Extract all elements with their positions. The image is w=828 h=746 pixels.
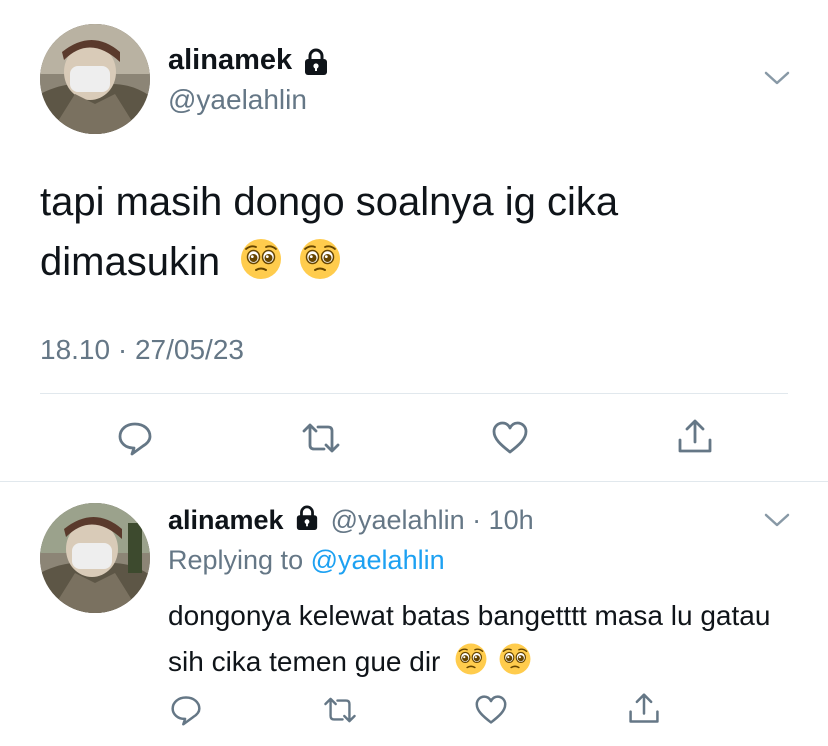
replying-to-link[interactable]: @yaelahlin [311,545,445,575]
like-button[interactable] [491,420,529,456]
retweet-button[interactable] [300,420,342,456]
lock-icon [295,505,319,538]
heart-icon [492,421,528,454]
comment-icon [118,422,152,456]
reply-author-row: alinamek @yaelahlin · 10h [168,505,534,538]
pleading-face-icon [298,237,342,298]
section-divider [0,481,828,482]
avatar[interactable] [40,24,150,134]
reply-display-name[interactable]: alinamek [168,505,284,535]
reply-separator: · [472,505,482,535]
reply-age[interactable]: 10h [489,505,534,535]
reply-retweet-button[interactable] [322,694,358,726]
replying-to-line: Replying to @yaelahlin [168,545,445,576]
lock-icon [303,48,329,81]
tweet-time: 18.10 [40,334,111,365]
share-icon [678,419,712,453]
pleading-face-icon [498,642,532,690]
share-icon [629,693,659,723]
reply-text: dongonya kelewat batas bangetttt masa lu… [168,593,788,690]
avatar-image [40,503,150,613]
timestamp-separator: · [117,334,128,365]
author-row: alinamek [168,44,329,78]
reply-handle[interactable]: @yaelahlin [331,505,465,535]
avatar-image [40,24,150,134]
reply-avatar[interactable] [40,503,150,613]
replying-prefix: Replying to [168,545,304,575]
handle[interactable]: @yaelahlin [168,84,307,116]
heart-icon [475,695,507,724]
tweet-text: tapi masih dongo soalnya ig cika dimasuk… [40,172,740,298]
display-name[interactable]: alinamek [168,44,292,76]
reply-reply-button[interactable] [170,694,202,726]
reply-button[interactable] [117,420,153,456]
timestamp[interactable]: 18.10 · 27/05/23 [40,334,244,366]
pleading-face-icon [239,237,283,298]
tweet-date: 27/05/23 [134,334,244,365]
chevron-down-icon[interactable] [763,510,791,535]
reply-like-button[interactable] [474,694,508,726]
comment-icon [171,696,201,726]
chevron-down-icon[interactable] [763,68,791,93]
share-button[interactable] [676,418,714,456]
retweet-icon [324,697,356,723]
retweet-icon [302,423,340,453]
pleading-face-icon [454,642,488,690]
reply-share-button[interactable] [627,692,661,726]
divider [40,393,788,394]
